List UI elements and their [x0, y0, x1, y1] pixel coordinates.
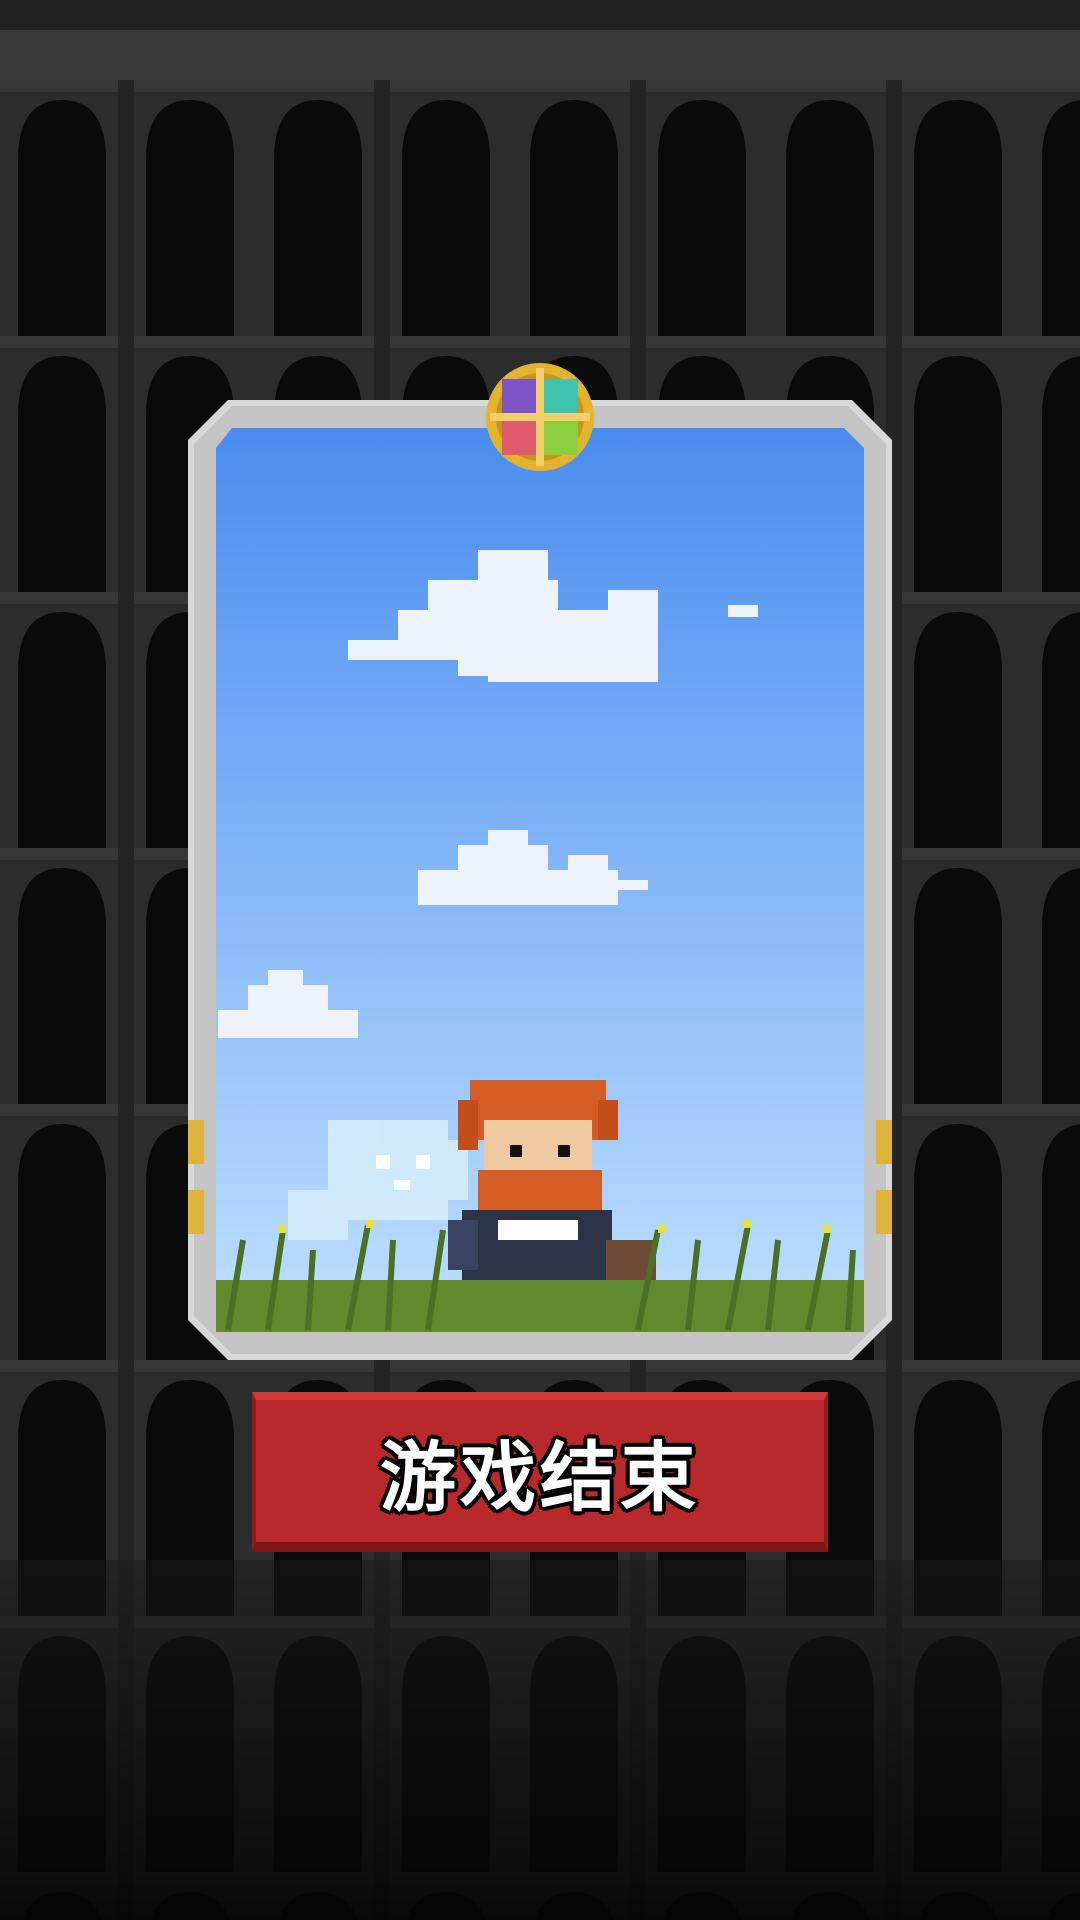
- hero-card: [188, 400, 892, 1360]
- hero-scene: [188, 400, 892, 1360]
- four-gem-emblem-icon: [486, 363, 594, 471]
- game-over-label: 游戏结束: [380, 1433, 700, 1522]
- game-over-button[interactable]: 游戏结束: [252, 1392, 828, 1552]
